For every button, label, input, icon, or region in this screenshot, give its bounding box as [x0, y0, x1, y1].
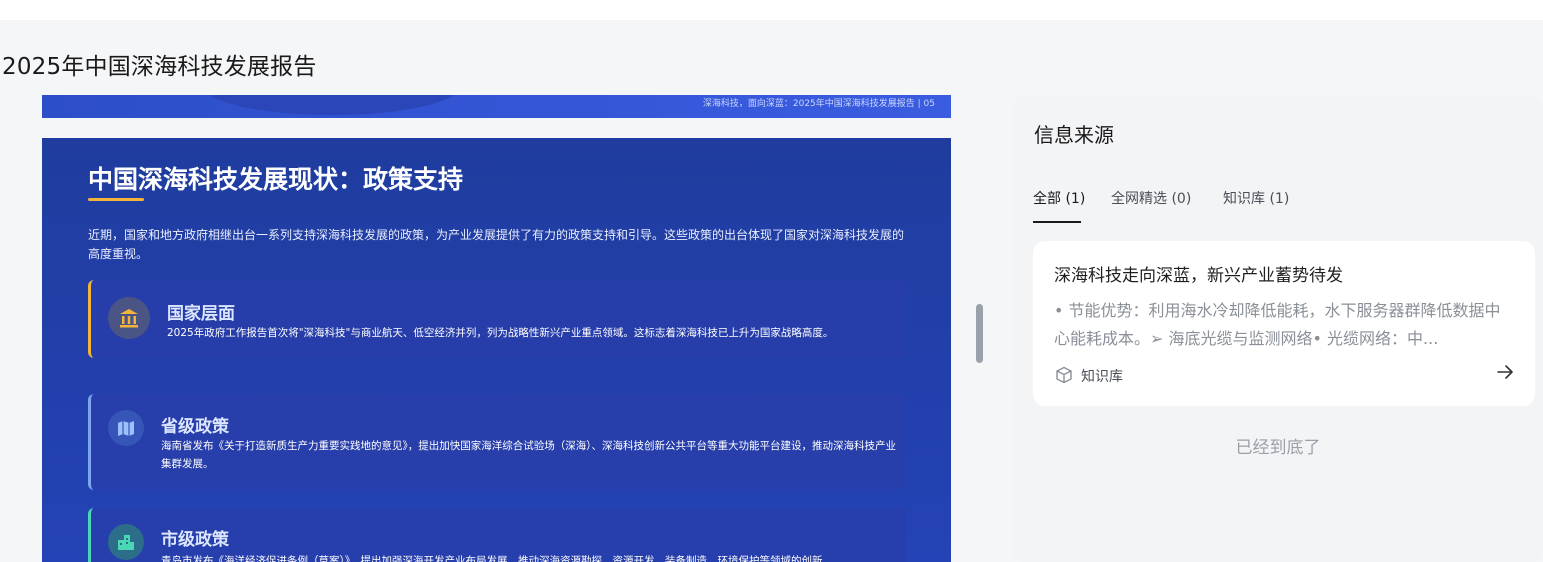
- arrow-right-icon[interactable]: [1495, 362, 1515, 387]
- policy-card-national: 国家层面 2025年政府工作报告首次将"深海科技"与商业航天、低空经济并列，列为…: [88, 280, 906, 358]
- sources-panel: 信息来源 全部 (1) 全网精选 (0) 知识库 (1) 深海科技走向深蓝，新兴…: [1013, 96, 1543, 562]
- card-title: 省级政策: [161, 417, 229, 437]
- card-text: 2025年政府工作报告首次将"深海科技"与商业航天、低空经济并列，列为战略性新兴…: [167, 327, 834, 339]
- card-title: 国家层面: [167, 304, 235, 324]
- bank-icon: [108, 297, 150, 339]
- heading-underline: [88, 198, 144, 201]
- source-type-label: 知识库: [1081, 369, 1123, 385]
- end-of-list-text: 已经到底了: [1235, 438, 1321, 458]
- policy-card-provincial: 省级政策 海南省发布《关于打造新质生产力重要实践地的意见》，提出加快国家海洋综合…: [88, 394, 906, 490]
- report-slide: 中国深海科技发展现状：政策支持 近期，国家和地方政府相继出台一系列支持深海科技发…: [42, 138, 951, 562]
- tab-knowledge-base[interactable]: 知识库 (1): [1223, 188, 1289, 208]
- slide-heading: 中国深海科技发展现状：政策支持: [88, 165, 464, 194]
- city-icon: [108, 524, 144, 560]
- card-text: 青岛市发布《海洋经济促进条例（草案）》，提出加强深海开发产业布局发展，推动深海资…: [161, 555, 823, 562]
- sources-title: 信息来源: [1034, 123, 1114, 147]
- previous-slide-footer: 深海科技，面向深蓝：2025年中国深海科技发展报告 | 05: [42, 95, 951, 118]
- source-card[interactable]: 深海科技走向深蓝，新兴产业蓄势待发 • 节能优势：利用海水冷却降低能耗，水下服务…: [1033, 241, 1535, 406]
- cube-icon: [1055, 366, 1073, 384]
- source-title[interactable]: 深海科技走向深蓝，新兴产业蓄势待发: [1054, 261, 1343, 286]
- source-snippet: • 节能优势：利用海水冷却降低能耗，水下服务器群降低数据中心能耗成本。➢ 海底光…: [1054, 301, 1501, 348]
- policy-card-municipal: 市级政策 青岛市发布《海洋经济促进条例（草案）》，提出加强深海开发产业布局发展，…: [88, 508, 906, 562]
- slide-footer-text: 深海科技，面向深蓝：2025年中国深海科技发展报告 | 05: [702, 99, 935, 109]
- map-icon: [108, 410, 144, 446]
- tab-web-selected[interactable]: 全网精选 (0): [1111, 188, 1191, 208]
- page-title: 2025年中国深海科技发展报告: [2, 54, 317, 80]
- card-text: 海南省发布《关于打造新质生产力重要实践地的意见》，提出加快国家海洋综合试验场（深…: [161, 440, 896, 470]
- card-title: 市级政策: [161, 530, 229, 550]
- tab-all[interactable]: 全部 (1): [1033, 188, 1085, 208]
- slide-intro: 近期，国家和地方政府相继出台一系列支持深海科技发展的政策，为产业发展提供了有力的…: [88, 228, 905, 261]
- slide-decoration: [202, 95, 462, 115]
- scrollbar-thumb[interactable]: [976, 304, 983, 363]
- active-tab-indicator: [1033, 221, 1081, 223]
